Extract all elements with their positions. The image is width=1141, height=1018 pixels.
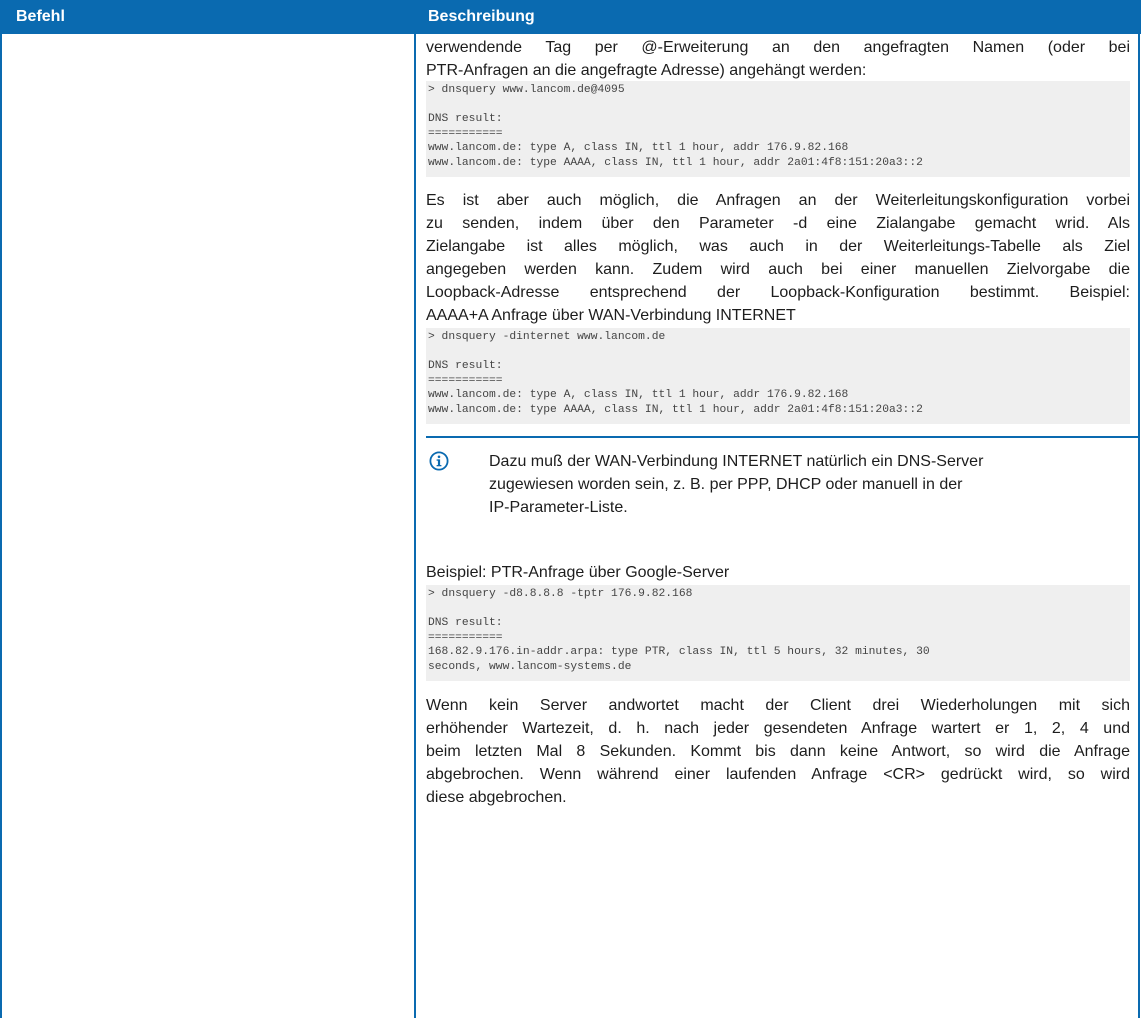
retry-paragraph: Wenn kein Server andwortet macht der Cli… [426,694,1130,809]
intro-line-1: verwendende Tag per @-Erweiterung an den… [426,39,1130,56]
column-header-command: Befehl [16,8,65,25]
ptr-example-paragraph: Beispiel: PTR-Anfrage über Google-Server [426,561,1130,584]
para2-line-3: Zielangabe ist alles möglich, was auch i… [426,238,1130,255]
note-line-2: zugewiesen worden sein, z. B. per PPP, D… [489,476,963,493]
document-page: Befehl Beschreibung verwendende Tag per … [0,0,1141,1018]
column-header-description: Beschreibung [428,8,535,25]
para4-line-3: beim letzten Mal 8 Sekunden. Kommt bis d… [426,743,1130,760]
table-header: Befehl Beschreibung [0,0,1141,34]
info-note: Dazu muß der WAN-Verbindung INTERNET nat… [426,436,1138,546]
para2-line-5: Loopback-Adresse entsprechend der Loopba… [426,284,1130,301]
table-border-right [1138,34,1140,1018]
intro-line-2: PTR-Anfragen an die angefragte Adresse) … [426,62,867,79]
para2-line-2: zu senden, indem über den Parameter -d e… [426,215,1130,232]
note-divider [426,436,1138,438]
para4-line-5: diese abgebrochen. [426,789,567,806]
para2-line-4: angegeben werden kann. Zudem wird auch b… [426,261,1130,278]
info-icon [429,451,449,471]
intro-paragraph: verwendende Tag per @-Erweiterung an den… [426,36,1130,82]
code-block-dnsquery-ptr: > dnsquery -d8.8.8.8 -tptr 176.9.82.168 … [426,585,1130,681]
note-line-3: IP-Parameter-Liste. [489,499,628,516]
code-block-dnsquery-tag: > dnsquery www.lancom.de@4095 DNS result… [426,81,1130,177]
note-text: Dazu muß der WAN-Verbindung INTERNET nat… [489,450,1109,519]
para3-text: Beispiel: PTR-Anfrage über Google-Server [426,564,730,581]
para4-line-1: Wenn kein Server andwortet macht der Cli… [426,697,1130,714]
para2-line-6: AAAA+A Anfrage über WAN-Verbindung INTER… [426,307,796,324]
para4-line-4: abgebrochen. Wenn während einer laufende… [426,766,1130,783]
forwarding-paragraph: Es ist aber auch möglich, die Anfragen a… [426,189,1130,327]
para4-line-2: erhöhender Wartezeit, d. h. nach jeder g… [426,720,1130,737]
para2-line-1: Es ist aber auch möglich, die Anfragen a… [426,192,1130,209]
code-block-dnsquery-internet: > dnsquery -dinternet www.lancom.de DNS … [426,328,1130,424]
table-column-divider [414,34,416,1018]
note-line-1: Dazu muß der WAN-Verbindung INTERNET nat… [489,453,984,470]
table-border-left [0,34,2,1018]
